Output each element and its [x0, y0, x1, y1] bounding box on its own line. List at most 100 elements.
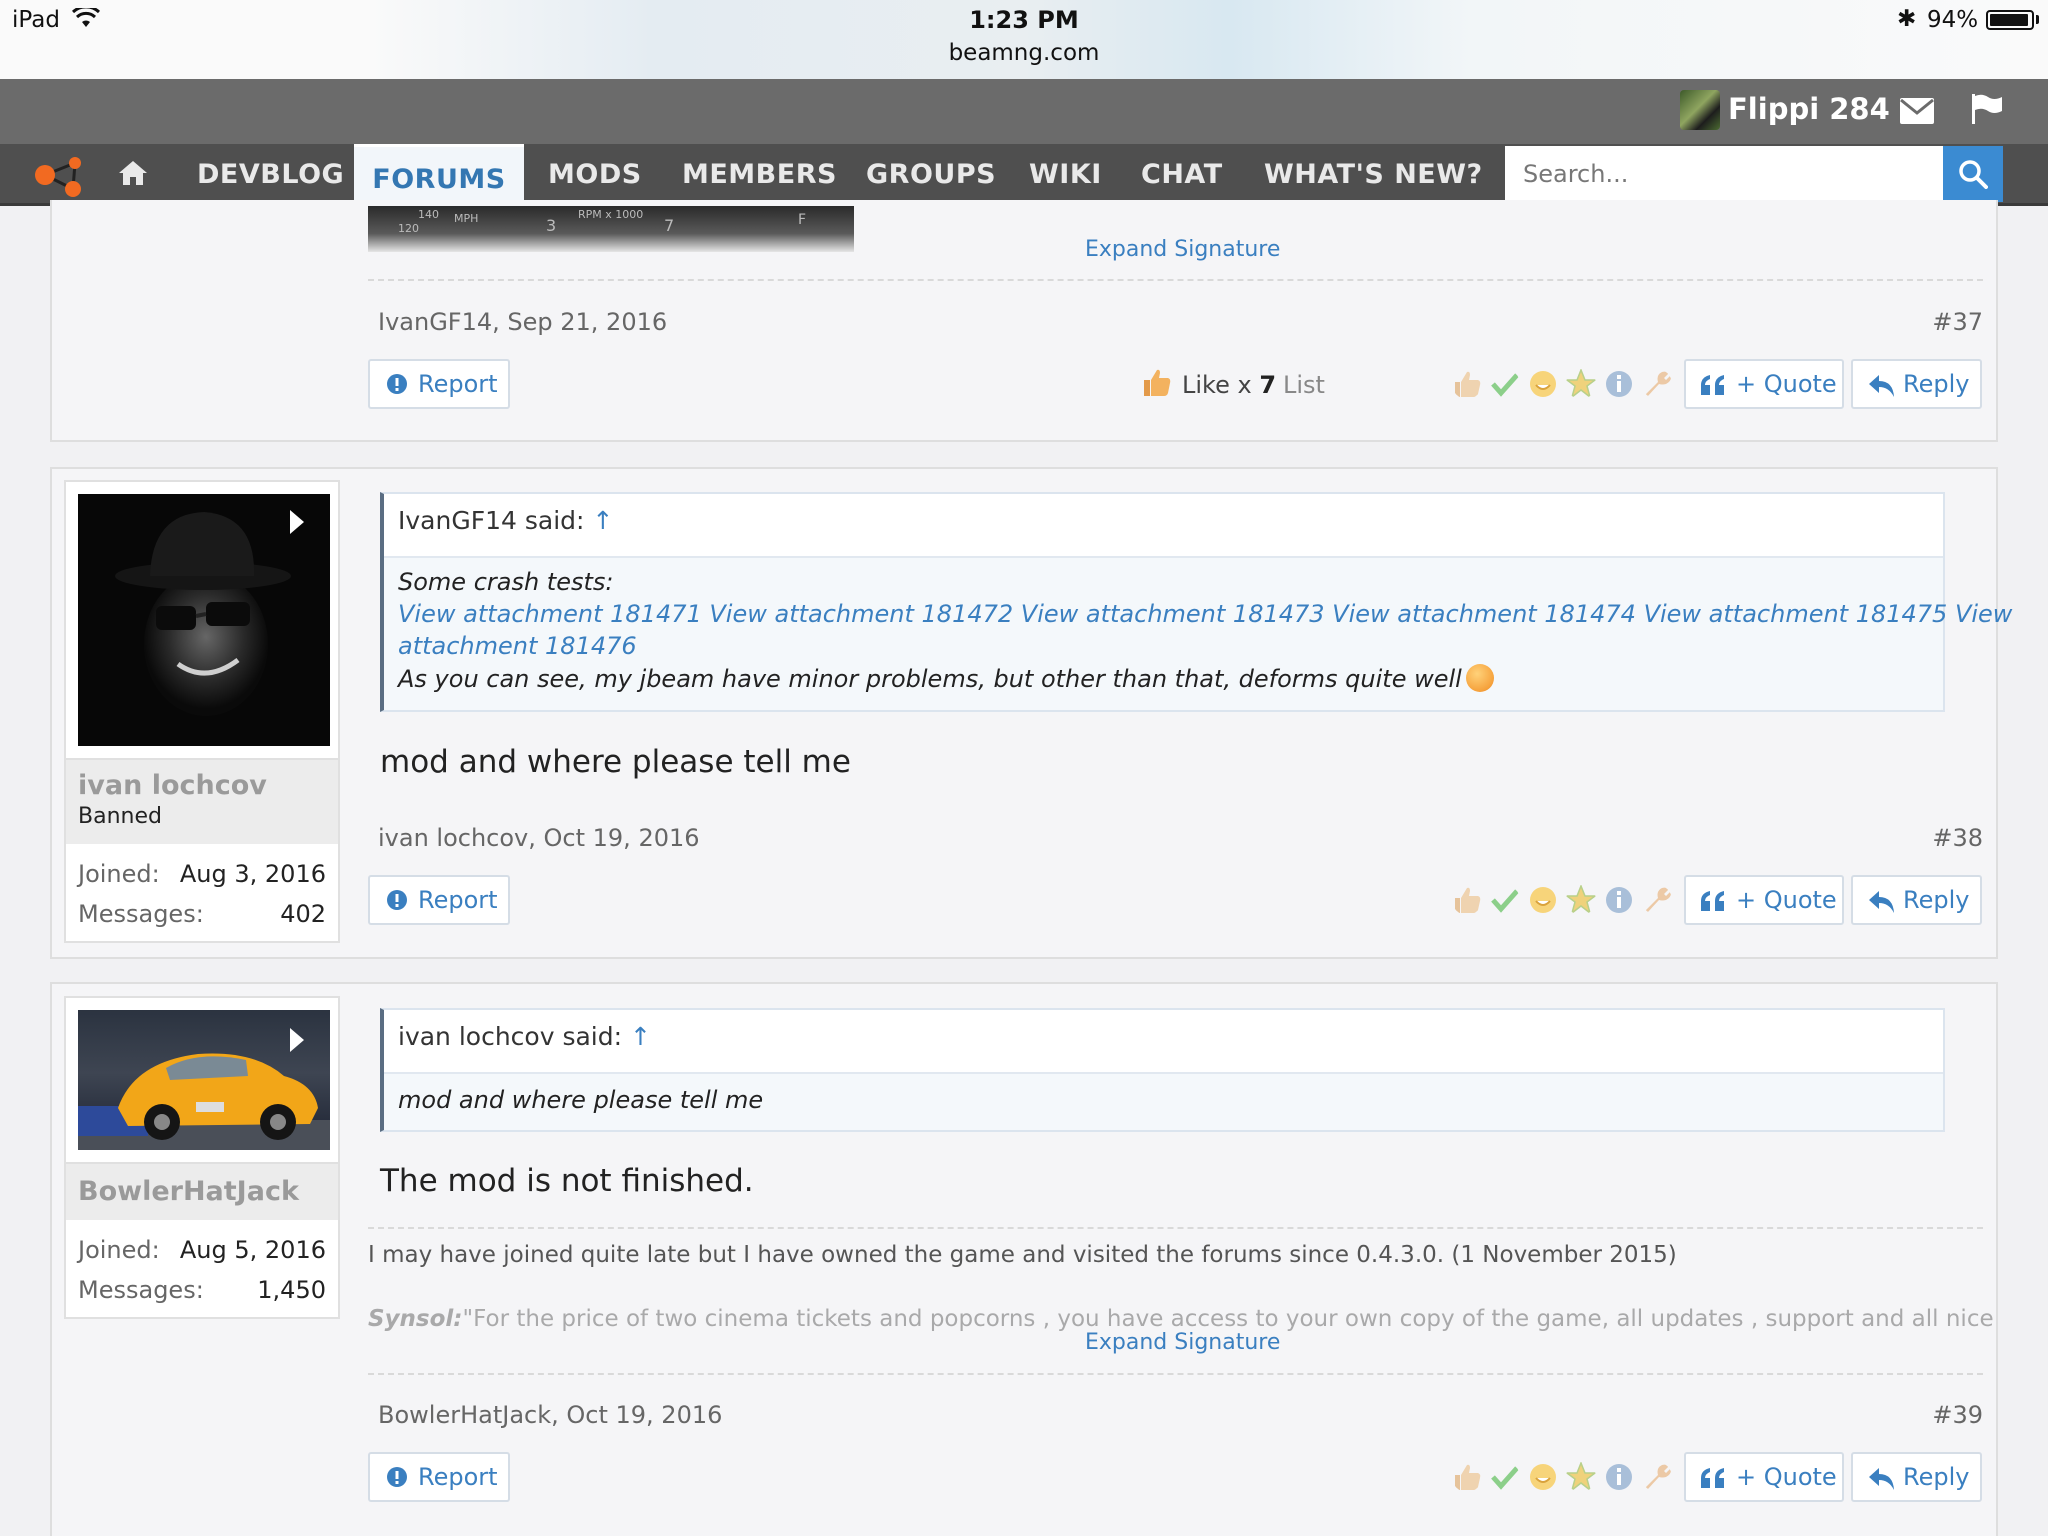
grin-icon[interactable] [1528, 1462, 1558, 1492]
check-icon[interactable] [1490, 1462, 1520, 1492]
reply-button[interactable]: Reply [1851, 1452, 1982, 1502]
alert-icon [387, 890, 407, 910]
nav-groups[interactable]: GROUPS [866, 144, 996, 204]
quote-button[interactable]: + Quote [1684, 1452, 1844, 1502]
star-icon[interactable] [1566, 369, 1596, 399]
battery-icon [1986, 10, 2034, 30]
user-avatar[interactable] [1680, 90, 1720, 130]
quote-line: As you can see, my jbeam have minor prob… [398, 664, 1494, 693]
messages-value[interactable]: 1,450 [257, 1276, 326, 1304]
attachment-links[interactable]: View attachment 181471 View attachment 1… [398, 600, 2012, 628]
nav-wiki[interactable]: WIKI [1029, 144, 1102, 204]
expand-signature-link[interactable]: Expand Signature [1085, 1330, 1280, 1355]
report-button[interactable]: Report [368, 1452, 510, 1502]
thumbs-up-icon[interactable] [1452, 369, 1482, 399]
poster-username[interactable]: BowlerHatJack [78, 1176, 299, 1207]
beamng-logo-icon[interactable] [33, 153, 85, 199]
search-input[interactable] [1505, 146, 1943, 202]
envelope-icon[interactable] [1900, 98, 1934, 124]
reply-icon [1869, 375, 1894, 397]
check-icon[interactable] [1490, 885, 1520, 915]
post-meta[interactable]: IvanGF14, Sep 21, 2016 [378, 308, 667, 336]
info-icon[interactable] [1604, 1462, 1634, 1492]
user-title: Banned [78, 804, 162, 829]
quote-button[interactable]: + Quote [1684, 359, 1844, 409]
quote-line: mod and where please tell me [398, 1086, 764, 1114]
reply-button[interactable]: Reply [1851, 875, 1982, 925]
nav-chat[interactable]: CHAT [1141, 144, 1223, 204]
reply-button[interactable]: Reply [1851, 359, 1982, 409]
like-summary[interactable]: Like x 7 [1182, 371, 1276, 399]
quote-block: ivan lochcov said: ↑ mod and where pleas… [380, 1008, 1945, 1132]
quote-body: mod and where please tell me [384, 1074, 1943, 1130]
quote-header: ivan lochcov said: ↑ [384, 1010, 1943, 1074]
wrench-icon[interactable] [1642, 369, 1672, 399]
quote-block: IvanGF14 said: ↑ Some crash tests: View … [380, 492, 2012, 712]
alert-icon [387, 1467, 407, 1487]
alert-icon [387, 374, 407, 394]
username-link[interactable]: Flippi 284 [1728, 92, 1890, 126]
grin-icon[interactable] [1528, 885, 1558, 915]
info-icon[interactable] [1604, 369, 1634, 399]
thumbs-up-icon[interactable] [1452, 885, 1482, 915]
post-number[interactable]: #38 [1932, 824, 1983, 852]
quote-jump-arrow[interactable]: ↑ [592, 506, 613, 535]
quote-author[interactable]: ivan lochcov said: ↑ [398, 1022, 651, 1051]
quote-icon [1701, 891, 1724, 911]
battery-level [1990, 14, 2028, 26]
signature-text-faded: Synsol:"For the price of two cinema tick… [368, 1306, 1994, 1332]
joined-value: Aug 5, 2016 [179, 1236, 326, 1264]
report-button[interactable]: Report [368, 875, 510, 925]
quote-author[interactable]: IvanGF14 said: ↑ [398, 506, 613, 535]
joined-label: Joined: [78, 860, 160, 888]
url-bar[interactable]: beamng.com [0, 40, 2048, 66]
quote-icon [1701, 375, 1724, 395]
messages-label: Messages: [78, 900, 204, 928]
messages-label: Messages: [78, 1276, 204, 1304]
message-arrow [290, 510, 304, 534]
reply-icon [1869, 891, 1894, 913]
nav-whats-new[interactable]: WHAT'S NEW? [1264, 144, 1483, 204]
signature-divider [368, 1227, 1983, 1229]
quote-icon [1701, 1468, 1724, 1488]
post-meta[interactable]: BowlerHatJack, Oct 19, 2016 [378, 1401, 722, 1429]
joined-value: Aug 3, 2016 [179, 860, 326, 888]
thumbs-up-icon[interactable] [1452, 1462, 1482, 1492]
reply-icon [1869, 1468, 1894, 1490]
post-number[interactable]: #37 [1932, 308, 1983, 336]
report-button[interactable]: Report [368, 359, 510, 409]
expand-signature-link[interactable]: Expand Signature [1085, 237, 1280, 262]
quote-button[interactable]: + Quote [1684, 875, 1844, 925]
home-icon[interactable] [118, 160, 148, 186]
signature-image: 140 MPH 120 RPM x 1000 3 7 F [368, 206, 854, 252]
messages-value[interactable]: 402 [280, 900, 326, 928]
star-icon[interactable] [1566, 885, 1596, 915]
quote-jump-arrow[interactable]: ↑ [630, 1022, 651, 1051]
user-info-card: ivan lochcov Banned Joined: Aug 3, 2016 … [64, 760, 340, 943]
check-icon[interactable] [1490, 369, 1520, 399]
attachment-link[interactable]: attachment 181476 [398, 632, 637, 660]
post-meta[interactable]: ivan lochcov, Oct 19, 2016 [378, 824, 700, 852]
search-button[interactable] [1943, 146, 2003, 202]
info-icon[interactable] [1604, 885, 1634, 915]
nav-mods[interactable]: MODS [548, 144, 642, 204]
signature-divider [368, 1373, 1983, 1375]
wrench-icon[interactable] [1642, 885, 1672, 915]
signature-text: I may have joined quite late but I have … [368, 1242, 1677, 1268]
wrench-icon[interactable] [1642, 1462, 1672, 1492]
poster-username[interactable]: ivan lochcov [78, 770, 267, 801]
post-body: mod and where please tell me [380, 744, 851, 780]
flag-icon[interactable] [1972, 94, 2004, 124]
search-icon [1959, 160, 1988, 189]
like-list-link[interactable]: List [1283, 371, 1325, 399]
battery-nub [2036, 15, 2039, 24]
joined-label: Joined: [78, 1236, 160, 1264]
avatar-frame [64, 996, 340, 1164]
nav-members[interactable]: MEMBERS [682, 144, 837, 204]
grin-icon[interactable] [1528, 369, 1558, 399]
signature-divider [368, 279, 1983, 281]
nav-devblog[interactable]: DEVBLOG [197, 144, 344, 204]
smiley-icon [1465, 664, 1494, 692]
star-icon[interactable] [1566, 1462, 1596, 1492]
post-number[interactable]: #39 [1932, 1401, 1983, 1429]
